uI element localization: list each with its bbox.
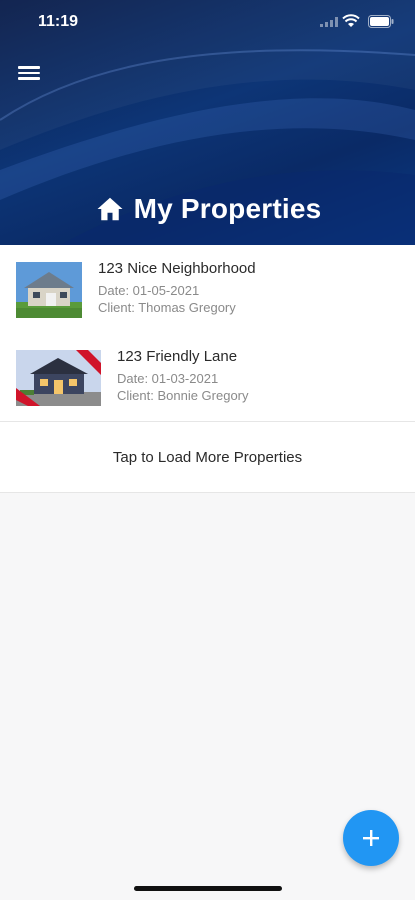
property-item[interactable]: 123 Friendly Lane Date: 01-03-2021 Clien… — [0, 333, 415, 421]
property-item[interactable]: 123 Nice Neighborhood Date: 01-05-2021 C… — [0, 245, 415, 333]
property-date: Date: 01-05-2021 — [98, 283, 200, 298]
property-name: 123 Nice Neighborhood — [98, 260, 256, 277]
property-name: 123 Friendly Lane — [117, 348, 238, 365]
status-bar: 11:19 — [0, 0, 415, 46]
home-indicator[interactable] — [134, 886, 282, 891]
app-header: 11:19 My Properties — [0, 0, 415, 245]
add-property-button[interactable] — [343, 810, 399, 866]
battery-icon — [368, 15, 394, 28]
property-list: 123 Nice Neighborhood Date: 01-05-2021 C… — [0, 245, 415, 493]
add-icon — [363, 830, 379, 846]
property-client: Client: Bonnie Gregory — [117, 388, 249, 403]
divider — [0, 492, 415, 493]
property-thumbnail — [16, 350, 101, 406]
property-date: Date: 01-03-2021 — [117, 371, 219, 386]
wifi-icon — [342, 14, 360, 27]
signal-icon — [320, 17, 338, 27]
property-client: Client: Thomas Gregory — [98, 300, 236, 315]
home-icon — [97, 197, 123, 221]
load-more-button[interactable]: Tap to Load More Properties — [0, 422, 415, 492]
property-thumbnail — [16, 262, 82, 318]
menu-icon[interactable] — [18, 64, 40, 82]
page-title-row: My Properties — [0, 193, 415, 225]
page-title: My Properties — [133, 193, 322, 224]
status-time: 11:19 — [38, 13, 79, 30]
